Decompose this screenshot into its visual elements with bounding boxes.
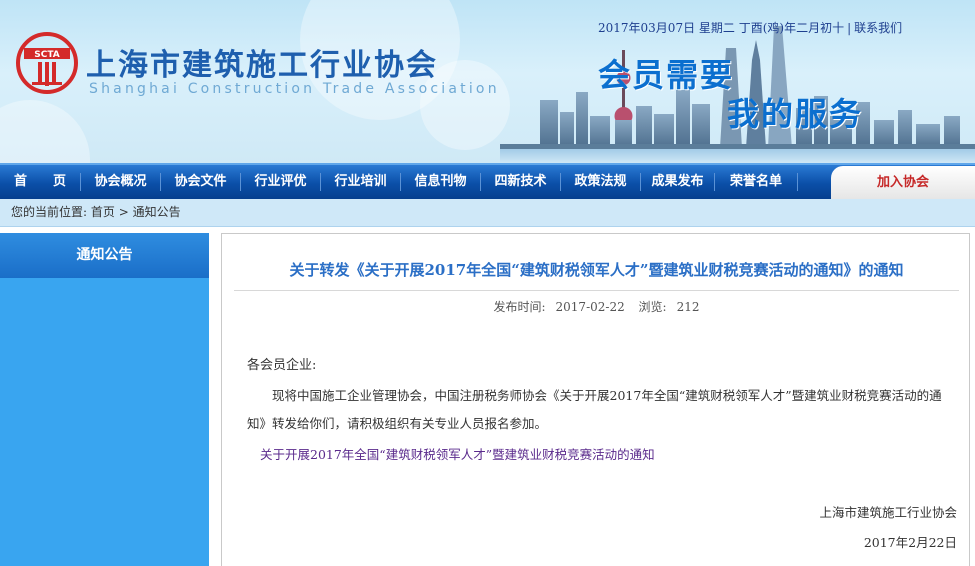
main-nav: 首 页 协会概况 协会文件 行业评优 行业培训 信息刊物 四新技术 政策法规 成… — [0, 163, 975, 199]
nav-item-results[interactable]: 成果发布 — [641, 165, 714, 199]
slogan-line2: 我的服务 — [727, 95, 864, 133]
attachment-link[interactable]: 关于开展2017年全国“建筑财税领军人才”暨建筑业财税竞赛活动的通知 — [260, 444, 655, 463]
nav-item-policies[interactable]: 政策法规 — [561, 165, 640, 199]
breadcrumb-home-link[interactable]: 首页 — [91, 205, 115, 219]
published-date: 2017-02-22 — [555, 300, 625, 314]
article-panel: 关于转发《关于开展2017年全国“建筑财税领军人才”暨建筑业财税竞赛活动的通知》… — [221, 233, 970, 566]
article-body: 现将中国施工企业管理协会，中国注册税务师协会《关于开展2017年全国“建筑财税领… — [247, 388, 942, 431]
site-title: 上海市建筑施工行业协会 — [86, 48, 438, 83]
breadcrumb-current[interactable]: 通知公告 — [133, 205, 181, 219]
article-meta: 发布时间: 2017-02-22 浏览: 212 — [222, 298, 971, 315]
published-label: 发布时间: — [493, 300, 546, 314]
article-signature: 上海市建筑施工行业协会 — [819, 505, 957, 520]
contact-link[interactable]: 联系我们 — [854, 21, 902, 35]
nav-item-about[interactable]: 协会概况 — [81, 165, 160, 199]
scta-logo[interactable]: SCTA — [16, 32, 78, 94]
current-date: 2017年03月07日 星期二 丁酉(鸡)年二月初十 — [598, 21, 845, 35]
nav-item-home[interactable]: 首 页 — [0, 165, 80, 199]
title-divider — [234, 290, 959, 291]
breadcrumb-prefix: 您的当前位置: — [11, 205, 88, 219]
article-title: 关于转发《关于开展2017年全国“建筑财税领军人才”暨建筑业财税竞赛活动的通知》… — [289, 261, 904, 279]
slogan-line1: 会员需要 — [598, 56, 735, 94]
nav-item-documents[interactable]: 协会文件 — [161, 165, 240, 199]
sidebar-title-notices[interactable]: 通知公告 — [0, 233, 209, 278]
views-count: 212 — [676, 300, 700, 314]
nav-divider — [797, 173, 798, 191]
logo-text: SCTA — [34, 50, 60, 60]
nav-item-honors[interactable]: 荣誉名单 — [715, 165, 797, 199]
nav-item-training[interactable]: 行业培训 — [321, 165, 400, 199]
breadcrumb-separator: > — [118, 205, 129, 219]
site-subtitle: Shanghai Construction Trade Association — [89, 81, 500, 97]
join-association-button[interactable]: 加入协会 — [831, 166, 975, 199]
article-greeting: 各会员企业: — [247, 358, 317, 373]
breadcrumb: 您的当前位置: 首页 > 通知公告 — [0, 199, 975, 227]
site-header: SCTA 上海市建筑施工行业协会 Shanghai Construction T… — [0, 0, 975, 163]
views-label: 浏览: — [638, 300, 667, 314]
sidebar: 通知公告 — [0, 233, 209, 566]
article-sign-date: 2017年2月22日 — [863, 535, 957, 550]
date-line: 2017年03月07日 星期二 丁酉(鸡)年二月初十 | 联系我们 — [598, 21, 903, 35]
nav-item-new-tech[interactable]: 四新技术 — [481, 165, 560, 199]
nav-item-publications[interactable]: 信息刊物 — [401, 165, 480, 199]
decor-bubble — [0, 100, 90, 163]
nav-item-awards[interactable]: 行业评优 — [241, 165, 320, 199]
